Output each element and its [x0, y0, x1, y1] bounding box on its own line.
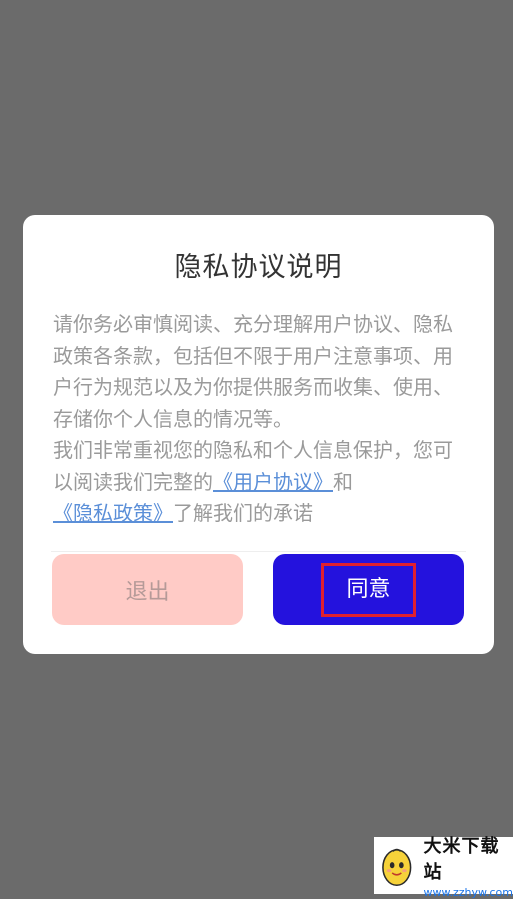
and-text: 和 — [333, 469, 353, 494]
dialog-paragraph-1: 请你务必审慎阅读、充分理解用户协议、隐私政策各条款，包括但不限于用户注意事项、用… — [53, 312, 453, 431]
exit-button[interactable]: 退出 — [52, 554, 243, 625]
agree-button[interactable]: 同意 — [273, 554, 464, 625]
privacy-dialog: 隐私协议说明 请你务必审慎阅读、充分理解用户协议、隐私政策各条款，包括但不限于用… — [23, 215, 494, 654]
exit-button-label: 退出 — [125, 579, 170, 605]
dialog-paragraph-2: 我们非常重视您的隐私和个人信息保护，您可以阅读我们完整的《用户协议》和《隐私政策… — [53, 435, 466, 530]
watermark-name: 大米下载站 — [423, 836, 500, 883]
dialog-body: 请你务必审慎阅读、充分理解用户协议、隐私政策各条款，包括但不限于用户注意事项、用… — [53, 309, 466, 530]
agree-button-label: 同意 — [321, 562, 416, 617]
privacy-policy-link[interactable]: 《隐私政策》 — [53, 501, 173, 525]
egg-mascot-icon — [382, 848, 412, 886]
user-agreement-link[interactable]: 《用户协议》 — [213, 470, 333, 494]
divider — [51, 551, 466, 552]
watermark-text: 大米下载站 www.zzhyw.com — [424, 832, 513, 899]
dialog-title: 隐私协议说明 — [174, 252, 343, 283]
paragraph-2-suffix: 了解我们的承诺 — [173, 501, 313, 525]
site-watermark: 大米下载站 www.zzhyw.com — [374, 836, 513, 899]
watermark-url: www.zzhyw.com — [423, 886, 513, 899]
